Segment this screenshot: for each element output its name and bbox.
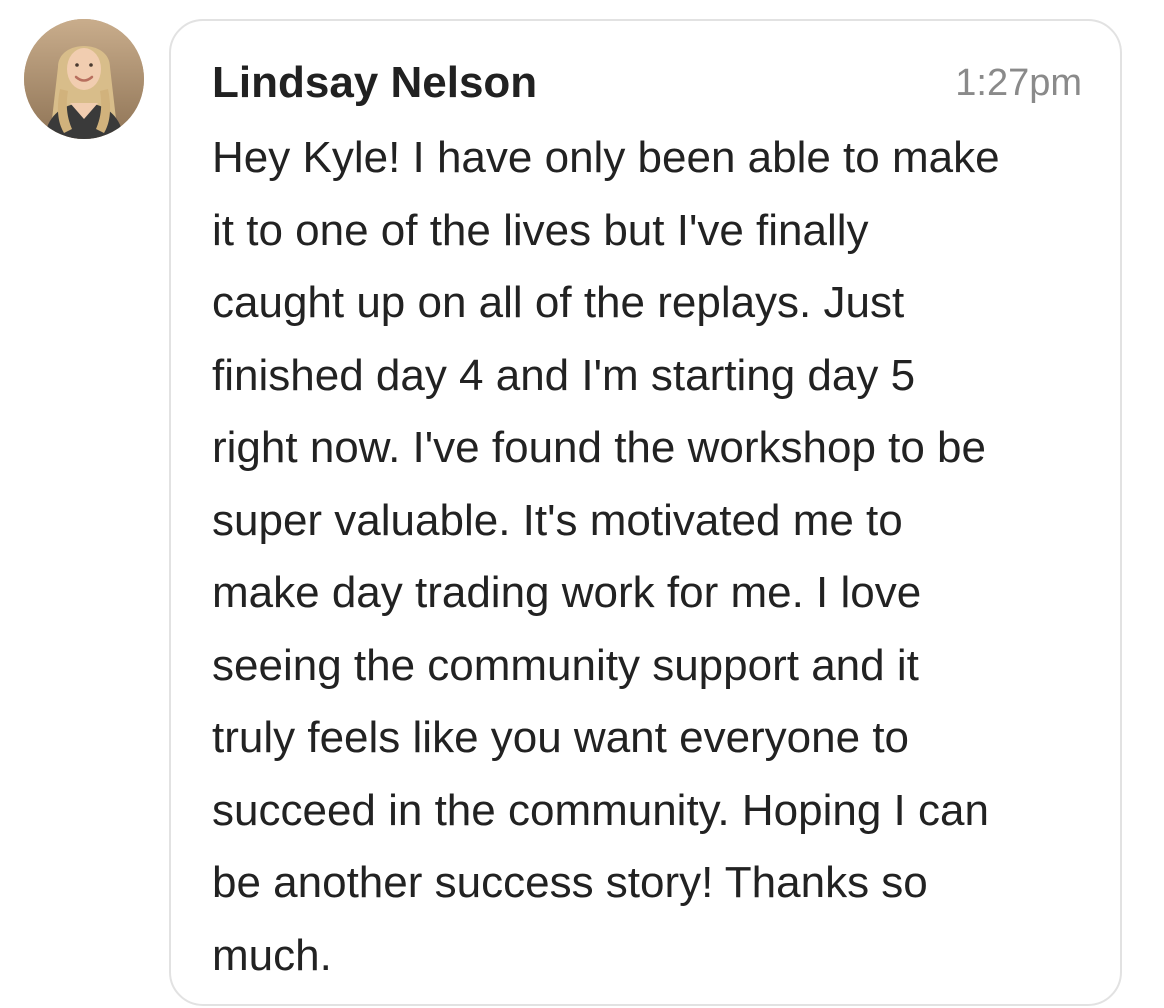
message-body: Hey Kyle! I have only been able to make … (212, 122, 1092, 992)
message-line: be another success story! Thanks so (212, 858, 928, 907)
avatar-photo (24, 19, 144, 139)
message-line: truly feels like you want everyone to (212, 713, 910, 762)
message-line: seeing the community support and it (212, 640, 919, 690)
avatar[interactable] (24, 19, 144, 139)
message-line: super valuable. It's motivated me to (212, 495, 903, 545)
message-line: finished day 4 and I'm starting day 5 (212, 350, 916, 400)
message-line: it to one of the lives but I've finally (212, 205, 869, 255)
message-timestamp: 1:27pm (955, 62, 1082, 104)
message-line: Hey Kyle! I have only been able to make (212, 133, 1000, 182)
message-line: right now. I've found the workshop to be (212, 423, 986, 472)
sender-name[interactable]: Lindsay Nelson (212, 57, 537, 109)
message-line: caught up on all of the replays. Just (212, 278, 905, 327)
message-bubble[interactable]: Lindsay Nelson 1:27pm Hey Kyle! I have o… (169, 19, 1122, 1006)
message-line: make day trading work for me. I love (212, 568, 922, 617)
message-line: succeed in the community. Hoping I can (212, 785, 989, 835)
message-line: much. (212, 930, 332, 980)
